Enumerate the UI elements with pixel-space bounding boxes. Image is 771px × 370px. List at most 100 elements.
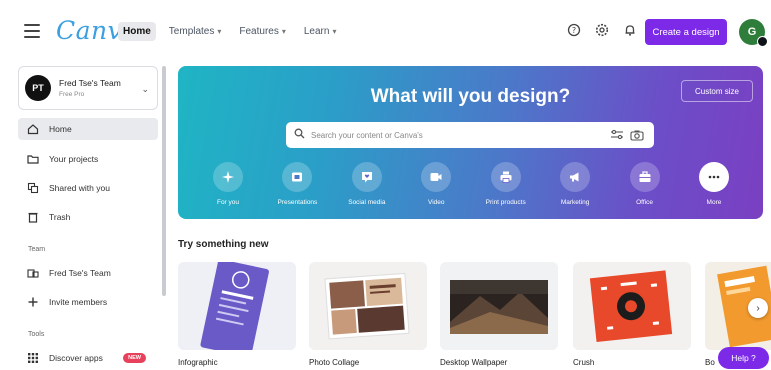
card-label-partial: Bo bbox=[705, 358, 715, 367]
menu-icon[interactable] bbox=[24, 24, 40, 38]
card-label-infographic: Infographic bbox=[178, 358, 218, 367]
briefcase-icon bbox=[629, 162, 660, 192]
infographic-thumbnail bbox=[178, 262, 296, 350]
svg-text:?: ? bbox=[572, 26, 576, 35]
hero-title: What will you design? bbox=[370, 86, 571, 107]
nav-templates[interactable]: Templates ▾ bbox=[164, 22, 227, 41]
home-icon bbox=[26, 123, 39, 136]
trash-icon bbox=[26, 211, 39, 224]
card-label-crush: Crush bbox=[573, 358, 595, 367]
category-print-products[interactable]: Print products bbox=[474, 162, 538, 206]
chevron-right-icon: › bbox=[756, 302, 760, 314]
nav-home[interactable]: Home bbox=[118, 22, 156, 41]
camera-icon[interactable] bbox=[630, 128, 644, 146]
megaphone-icon bbox=[560, 162, 591, 192]
chevron-down-icon: ▾ bbox=[281, 27, 286, 36]
sidebar-item-team[interactable]: Fred Tse's Team bbox=[18, 262, 158, 284]
category-label: For you bbox=[216, 199, 240, 206]
nav-features[interactable]: Features ▾ bbox=[234, 22, 290, 41]
plus-icon bbox=[26, 296, 39, 309]
desktop-wallpaper-thumbnail bbox=[440, 262, 558, 350]
new-badge: NEW bbox=[123, 353, 146, 363]
sidebar-item-label: Shared with you bbox=[49, 183, 110, 193]
crush-thumbnail bbox=[573, 262, 691, 350]
create-design-button[interactable]: Create a design bbox=[645, 19, 727, 45]
search-placeholder: Search your content or Canva's bbox=[311, 130, 423, 140]
top-bar: Canva Home Templates ▾ Features ▾ Learn ▾ ?… bbox=[0, 0, 771, 62]
category-marketing[interactable]: Marketing bbox=[543, 162, 607, 206]
category-presentations[interactable]: Presentations bbox=[265, 162, 329, 206]
team-icon bbox=[26, 267, 39, 280]
nav-learn[interactable]: Learn ▾ bbox=[299, 22, 342, 41]
help-button[interactable]: Help ? bbox=[718, 347, 769, 369]
team-name: Fred Tse's Team bbox=[59, 78, 121, 88]
sidebar-item-label: Invite members bbox=[49, 297, 108, 307]
more-icon bbox=[698, 162, 729, 192]
sidebar-item-projects[interactable]: Your projects bbox=[18, 148, 158, 170]
sidebar-item-invite[interactable]: Invite members bbox=[18, 291, 158, 313]
team-switcher[interactable]: PT Fred Tse's Team Free Pro ⌄ bbox=[18, 66, 158, 110]
notifications-icon[interactable] bbox=[622, 22, 638, 38]
category-label: Presentations bbox=[277, 199, 318, 206]
hero-banner: Custom size What will you design? Search… bbox=[178, 66, 763, 219]
template-card-desktop-wallpaper[interactable] bbox=[440, 262, 558, 350]
team-plan: Free Pro bbox=[59, 91, 85, 98]
try-something-new-heading: Try something new bbox=[178, 239, 269, 250]
search-icon bbox=[294, 126, 305, 144]
sidebar-item-label: Home bbox=[49, 124, 72, 134]
folder-icon bbox=[26, 153, 39, 166]
search-input[interactable]: Search your content or Canva's bbox=[286, 122, 654, 148]
category-video[interactable]: Video bbox=[404, 162, 468, 206]
chevron-down-icon: ▾ bbox=[332, 27, 337, 36]
sidebar-item-label: Fred Tse's Team bbox=[49, 268, 111, 278]
template-card-crush[interactable] bbox=[573, 262, 691, 350]
sidebar-item-label: Your projects bbox=[49, 154, 99, 164]
card-label-desktop-wallpaper: Desktop Wallpaper bbox=[440, 358, 508, 367]
avatar-initial: G bbox=[747, 26, 757, 38]
help-icon[interactable]: ? bbox=[566, 22, 582, 38]
category-label: Office bbox=[636, 199, 653, 206]
sidebar-item-shared[interactable]: Shared with you bbox=[18, 177, 158, 199]
video-icon bbox=[421, 162, 452, 192]
settings-icon[interactable] bbox=[594, 22, 610, 38]
category-shortcuts: For you Presentations Social media Video… bbox=[196, 162, 746, 206]
sidebar: PT Fred Tse's Team Free Pro ⌄ Home Your … bbox=[18, 66, 164, 370]
sidebar-item-label: Trash bbox=[49, 212, 71, 222]
top-icons: ? bbox=[566, 22, 638, 38]
category-label: Marketing bbox=[560, 199, 590, 206]
category-label: Print products bbox=[485, 199, 526, 206]
team-avatar: PT bbox=[25, 75, 51, 101]
presentation-icon bbox=[282, 162, 313, 192]
template-card-infographic[interactable] bbox=[178, 262, 296, 350]
search-tools bbox=[610, 128, 644, 146]
sidebar-item-trash[interactable]: Trash bbox=[18, 206, 158, 228]
team-text: Fred Tse's Team Free Pro bbox=[59, 78, 121, 98]
category-office[interactable]: Office bbox=[613, 162, 677, 206]
heart-chat-icon bbox=[351, 162, 382, 192]
print-icon bbox=[490, 162, 521, 192]
category-social-media[interactable]: Social media bbox=[335, 162, 399, 206]
chevron-down-icon: ⌄ bbox=[141, 84, 149, 94]
category-label: More bbox=[706, 199, 722, 206]
shared-icon bbox=[26, 182, 39, 195]
category-label: Social media bbox=[348, 199, 386, 206]
card-label-photo-collage: Photo Collage bbox=[309, 358, 360, 367]
sidebar-item-discover-apps[interactable]: Discover apps NEW bbox=[18, 347, 158, 369]
nav-home-label: Home bbox=[123, 26, 151, 37]
sidebar-item-home[interactable]: Home bbox=[18, 118, 158, 140]
category-more[interactable]: More bbox=[682, 162, 746, 206]
nav-templates-label: Templates bbox=[168, 26, 215, 37]
category-for-you[interactable]: For you bbox=[196, 162, 260, 206]
template-card-photo-collage[interactable] bbox=[309, 262, 427, 350]
user-avatar[interactable]: G bbox=[739, 19, 768, 47]
avatar-badge bbox=[757, 36, 768, 47]
sparkle-icon bbox=[213, 162, 243, 192]
sidebar-item-label: Discover apps bbox=[49, 353, 103, 363]
carousel-next-button[interactable]: › bbox=[748, 298, 768, 318]
filter-icon[interactable] bbox=[610, 128, 624, 146]
nav-learn-label: Learn bbox=[303, 26, 330, 37]
photo-collage-thumbnail bbox=[309, 262, 427, 350]
nav-features-label: Features bbox=[239, 26, 279, 37]
chevron-down-icon: ▾ bbox=[217, 27, 222, 36]
sidebar-scrollbar[interactable] bbox=[162, 66, 166, 296]
